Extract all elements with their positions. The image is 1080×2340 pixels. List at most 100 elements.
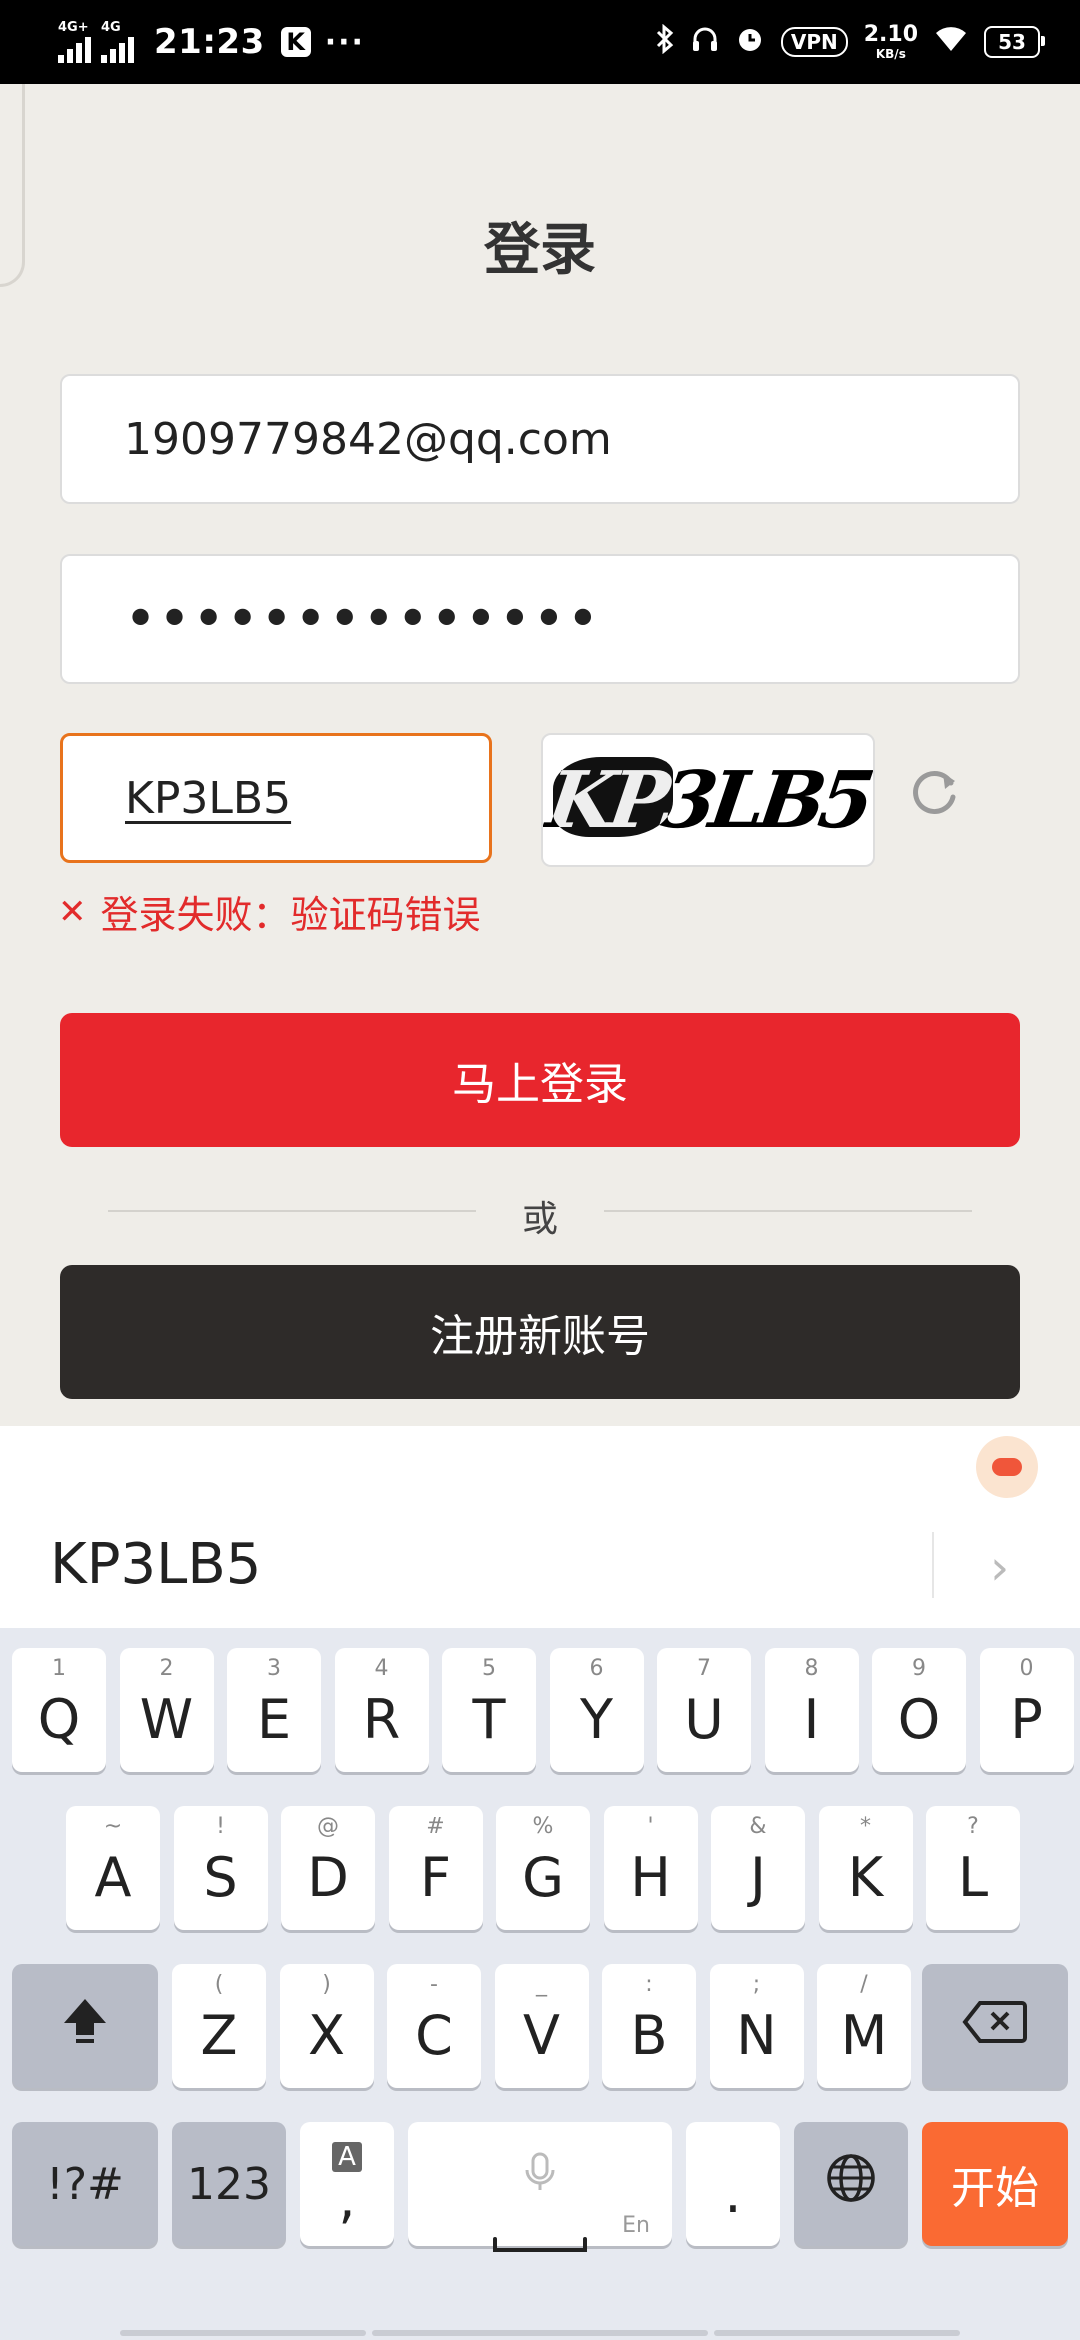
key-label: J [750, 1845, 766, 1909]
key-hint: ) [322, 1972, 331, 1997]
page-title: 登录 [484, 218, 596, 283]
key-o[interactable]: 9O [872, 1648, 966, 1772]
key-label: I [803, 1687, 820, 1751]
chevron-right-icon[interactable]: › [990, 1540, 1009, 1596]
key-hint: ' [647, 1814, 654, 1839]
or-text: 或 [521, 1199, 558, 1240]
bluetooth-icon [655, 23, 675, 61]
key-label: N [736, 2003, 777, 2067]
key-k[interactable]: * K [818, 1806, 913, 1930]
key-label: B [630, 2003, 668, 2067]
candidate-word[interactable]: KP3LB5 [50, 1532, 261, 1597]
key-hint: * [860, 1814, 871, 1839]
password-value: •••••••••••••• [124, 586, 601, 652]
key-label: D [307, 1845, 349, 1909]
key-u[interactable]: 7U [657, 1648, 751, 1772]
key-hint: 1 [52, 1656, 66, 1681]
password-field[interactable]: •••••••••••••• [60, 554, 1020, 684]
key-label: O [897, 1687, 941, 1751]
key-hint: 4 [374, 1656, 389, 1681]
key-h[interactable]: ' H [603, 1806, 698, 1930]
key-label: F [419, 1845, 452, 1909]
key-t[interactable]: 5T [442, 1648, 536, 1772]
key-hint: @ [317, 1814, 339, 1839]
key-l[interactable]: ? L [926, 1806, 1020, 1930]
key-z[interactable]: (Z [172, 1964, 266, 2088]
error-message: ✕ 登录失败：验证码错误 [58, 884, 481, 939]
language-key[interactable] [794, 2122, 908, 2246]
clock: 21:23 [154, 22, 265, 62]
key-hint: ~ [103, 1814, 123, 1839]
key-hint: 2 [159, 1656, 174, 1681]
app-notification-icon: K [280, 27, 311, 57]
wifi-icon [934, 25, 968, 60]
keyboard-mascot-icon[interactable] [976, 1436, 1038, 1498]
key-label: A [94, 1845, 132, 1909]
key-w[interactable]: 2W [119, 1648, 214, 1772]
shift-key[interactable] [12, 1964, 158, 2088]
captcha-image[interactable]: KP3LB5 [541, 733, 875, 867]
key-hint: ; [752, 1972, 761, 1997]
key-y[interactable]: 6Y [549, 1648, 644, 1772]
signal-sim2-icon: 4G [101, 21, 134, 63]
space-key[interactable]: En [408, 2122, 672, 2252]
error-text: 登录失败：验证码错误 [100, 893, 481, 937]
key-a[interactable]: ~ A [66, 1806, 160, 1930]
email-field[interactable]: 1909779842@qq.com [60, 374, 1020, 504]
key-label: K [847, 1845, 884, 1909]
captcha-input[interactable]: KP3LB5 [60, 733, 492, 863]
network-speed: 2.10 KB/s [863, 22, 918, 61]
key-hint: 8 [804, 1656, 819, 1681]
start-key[interactable]: 开始 [922, 2122, 1068, 2246]
key-label: V [523, 2003, 560, 2067]
key-f[interactable]: # F [388, 1806, 483, 1930]
key-p[interactable]: 0P [979, 1648, 1074, 1772]
key-b[interactable]: :B [602, 1964, 696, 2088]
key-hint: % [532, 1814, 554, 1839]
key-e[interactable]: 3E [227, 1648, 321, 1772]
error-icon: ✕ [58, 891, 87, 932]
key-m[interactable]: / M [817, 1964, 911, 2088]
key-hint: 6 [589, 1656, 604, 1681]
period-key[interactable]: . [686, 2122, 780, 2246]
login-button[interactable]: 马上登录 [60, 1013, 1020, 1147]
symbols-key[interactable]: !?# [12, 2122, 158, 2246]
signal-sim1-icon: 4G+ [58, 21, 91, 63]
keyboard-candidate-bar [0, 1426, 1080, 1628]
key-q[interactable]: 1Q [12, 1648, 106, 1772]
key-j[interactable]: & J [711, 1806, 805, 1930]
key-label: X [308, 2003, 345, 2067]
alarm-icon [735, 24, 765, 61]
key-v[interactable]: _ V [494, 1964, 589, 2088]
backspace-key[interactable] [922, 1964, 1068, 2088]
key-label: U [684, 1687, 724, 1751]
space-bar-icon [492, 2206, 588, 2269]
key-c[interactable]: -C [387, 1964, 481, 2088]
register-button[interactable]: 注册新账号 [60, 1265, 1020, 1399]
status-bar: 4G+ 4G 21:23 K ··· VPN 2.10 KB/s 53 [0, 0, 1080, 84]
key-r[interactable]: 4R [334, 1648, 429, 1772]
key-x[interactable]: ) X [279, 1964, 374, 2088]
captcha-input-value: KP3LB5 [125, 772, 292, 824]
key-d[interactable]: @ D [281, 1806, 375, 1930]
key-s[interactable]: ! S [173, 1806, 268, 1930]
vpn-icon: VPN [780, 27, 848, 57]
key-hint: ( [214, 1972, 224, 1997]
backspace-icon [962, 1995, 1028, 2058]
comma-key[interactable]: A , [300, 2122, 394, 2246]
refresh-captcha-icon[interactable] [900, 756, 970, 826]
key-label: H [630, 1845, 671, 1909]
key-hint: : [645, 1972, 653, 1997]
key-hint: 9 [912, 1656, 926, 1681]
key-label: Q [37, 1687, 81, 1751]
key-label: P [1010, 1687, 1043, 1751]
key-hint: 0 [1019, 1656, 1034, 1681]
key-label: R [362, 1687, 401, 1751]
numbers-key[interactable]: 123 [172, 2122, 286, 2246]
key-i[interactable]: 8I [764, 1648, 859, 1772]
key-label: W [139, 1687, 194, 1751]
key-n[interactable]: ; N [709, 1964, 804, 2088]
globe-icon [823, 2150, 879, 2219]
key-label: Z [200, 2003, 238, 2067]
key-g[interactable]: % G [496, 1806, 590, 1930]
